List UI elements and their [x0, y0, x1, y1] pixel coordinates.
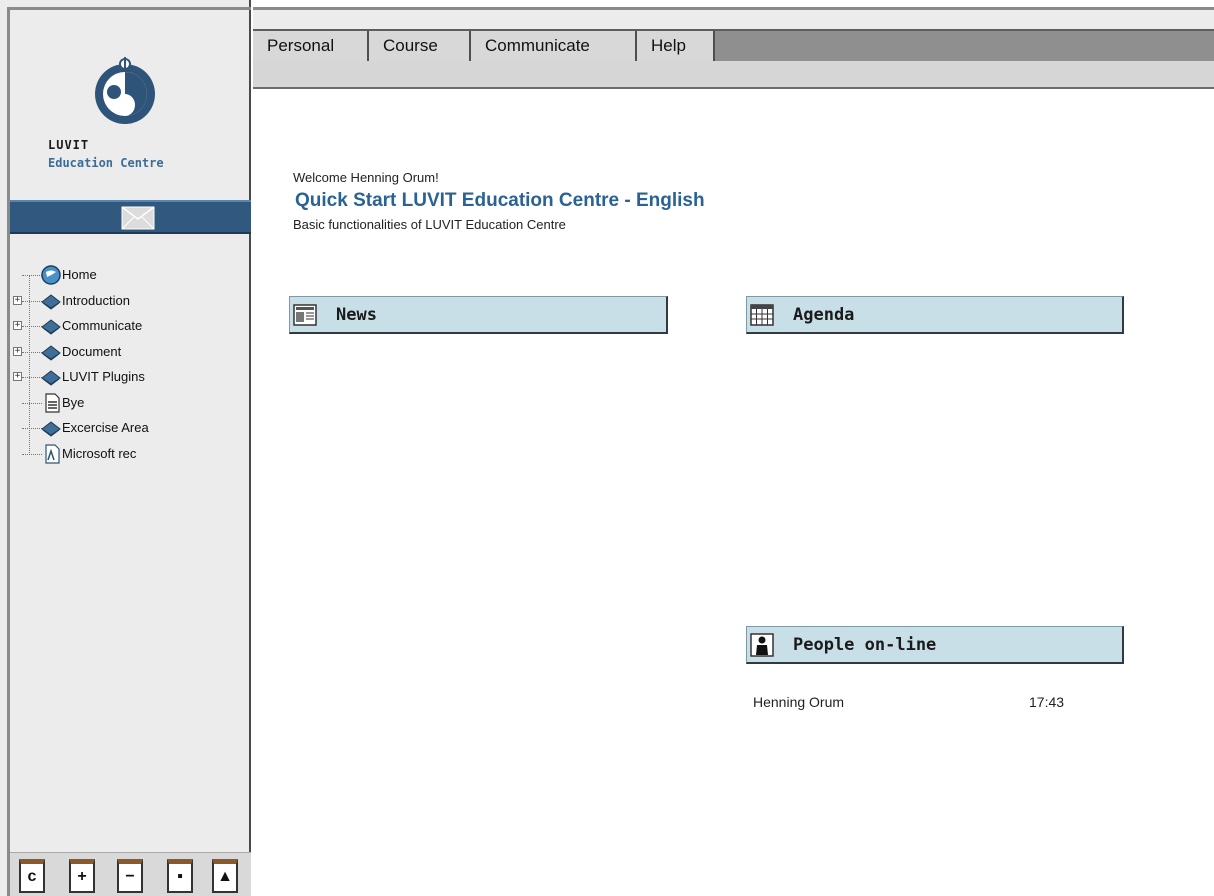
menu-help[interactable]: Help: [637, 31, 715, 61]
book-icon: [41, 293, 61, 310]
left-panel-left-border: [7, 7, 10, 896]
expand-plus-icon[interactable]: +: [13, 346, 22, 356]
expand-plus-icon[interactable]: +: [13, 321, 22, 330]
agenda-panel-header: Agenda: [746, 296, 1124, 334]
tree-item-label: Microsoft rec: [62, 445, 137, 461]
course-title[interactable]: Quick Start LUVIT Education Centre - Eng…: [295, 190, 705, 212]
tree-item-label: LUVIT Plugins: [62, 369, 145, 384]
tree-item-communicate[interactable]: + Communicate: [12, 313, 248, 339]
course-tree: Home + Introduction + Communicate + Docu…: [12, 262, 248, 466]
tree-item-luvit-plugins[interactable]: + LUVIT Plugins: [12, 364, 248, 390]
app-window: LUVIT Education Centre Home + Introducti…: [0, 0, 1214, 896]
globe-icon: [41, 265, 61, 285]
tree-connector: [22, 453, 42, 455]
menu-course[interactable]: Course: [369, 31, 471, 61]
menu-personal[interactable]: Personal: [253, 31, 369, 61]
welcome-text: Welcome Henning Orum!: [293, 170, 439, 185]
tree-item-bye[interactable]: Bye: [12, 390, 248, 416]
person-icon: [750, 633, 774, 657]
course-description: Basic functionalities of LUVIT Education…: [293, 217, 566, 232]
book-icon: [41, 370, 61, 386]
collapse-all-icon: −: [125, 868, 135, 885]
expand-plus-icon[interactable]: +: [13, 372, 22, 381]
window-button[interactable]: ▪: [167, 859, 193, 893]
tree-item-introduction[interactable]: + Introduction: [12, 288, 248, 314]
left-panel-top-border: [7, 7, 251, 10]
tree-connector: [22, 300, 42, 302]
refresh-button[interactable]: c: [19, 859, 45, 893]
agenda-title: Agenda: [793, 305, 855, 325]
refresh-icon: c: [27, 868, 37, 885]
person-icon: ▲: [217, 868, 233, 885]
people-title: People on-line: [793, 635, 937, 655]
file-icon: [45, 443, 60, 464]
people-panel-header: People on-line: [746, 626, 1124, 664]
mail-bar: [10, 200, 251, 234]
person-button[interactable]: ▲: [212, 859, 238, 893]
tree-item-home[interactable]: Home: [12, 262, 248, 288]
menu-bar: Personal Course Communicate Help: [253, 29, 1214, 61]
newspaper-icon: [293, 304, 317, 326]
tree-item-microsoft-rec[interactable]: Microsoft rec: [12, 441, 248, 467]
expand-all-icon: +: [77, 868, 87, 885]
brand-subtitle: Education Centre: [48, 156, 164, 170]
sub-menu-strip: [253, 61, 1214, 89]
menu-communicate[interactable]: Communicate: [471, 31, 637, 61]
expand-plus-icon[interactable]: +: [13, 295, 22, 305]
calendar-icon: [750, 304, 774, 326]
top-strip: [253, 7, 1214, 29]
left-panel: LUVIT Education Centre Home + Introducti…: [0, 0, 251, 896]
online-user-name[interactable]: Henning Orum: [753, 694, 844, 710]
news-panel-header: News: [289, 296, 668, 334]
tree-connector: [22, 428, 42, 429]
document-icon: [45, 392, 60, 413]
online-user-time: 17:43: [1029, 694, 1065, 710]
news-title: News: [336, 305, 377, 325]
tree-connector: [22, 402, 42, 404]
envelope-icon[interactable]: [121, 206, 155, 230]
book-icon: [41, 344, 61, 361]
brand-name: LUVIT: [48, 138, 90, 152]
tree-item-document[interactable]: + Document: [12, 339, 248, 365]
tree-item-label: Document: [62, 343, 122, 359]
book-icon: [41, 319, 61, 335]
luvit-logo-icon: [95, 57, 155, 124]
expand-all-button[interactable]: +: [69, 859, 95, 893]
tree-connector: [22, 377, 42, 378]
tree-item-label: Excercise Area: [62, 420, 149, 435]
tree-connector: [22, 326, 42, 327]
tree-item-label: Communicate: [62, 318, 143, 333]
window-icon: ▪: [177, 868, 183, 885]
tree-item-excercise-area[interactable]: Excercise Area: [12, 415, 248, 441]
tree-item-label: Bye: [62, 394, 85, 410]
tree-connector: [22, 275, 42, 276]
collapse-all-button[interactable]: −: [117, 859, 143, 893]
tree-item-label: Home: [62, 267, 97, 282]
tree-toolbar: c + − ▪ ▲: [10, 852, 251, 896]
tree-item-label: Introduction: [62, 292, 130, 308]
book-icon: [41, 421, 61, 437]
tree-connector: [22, 351, 42, 353]
